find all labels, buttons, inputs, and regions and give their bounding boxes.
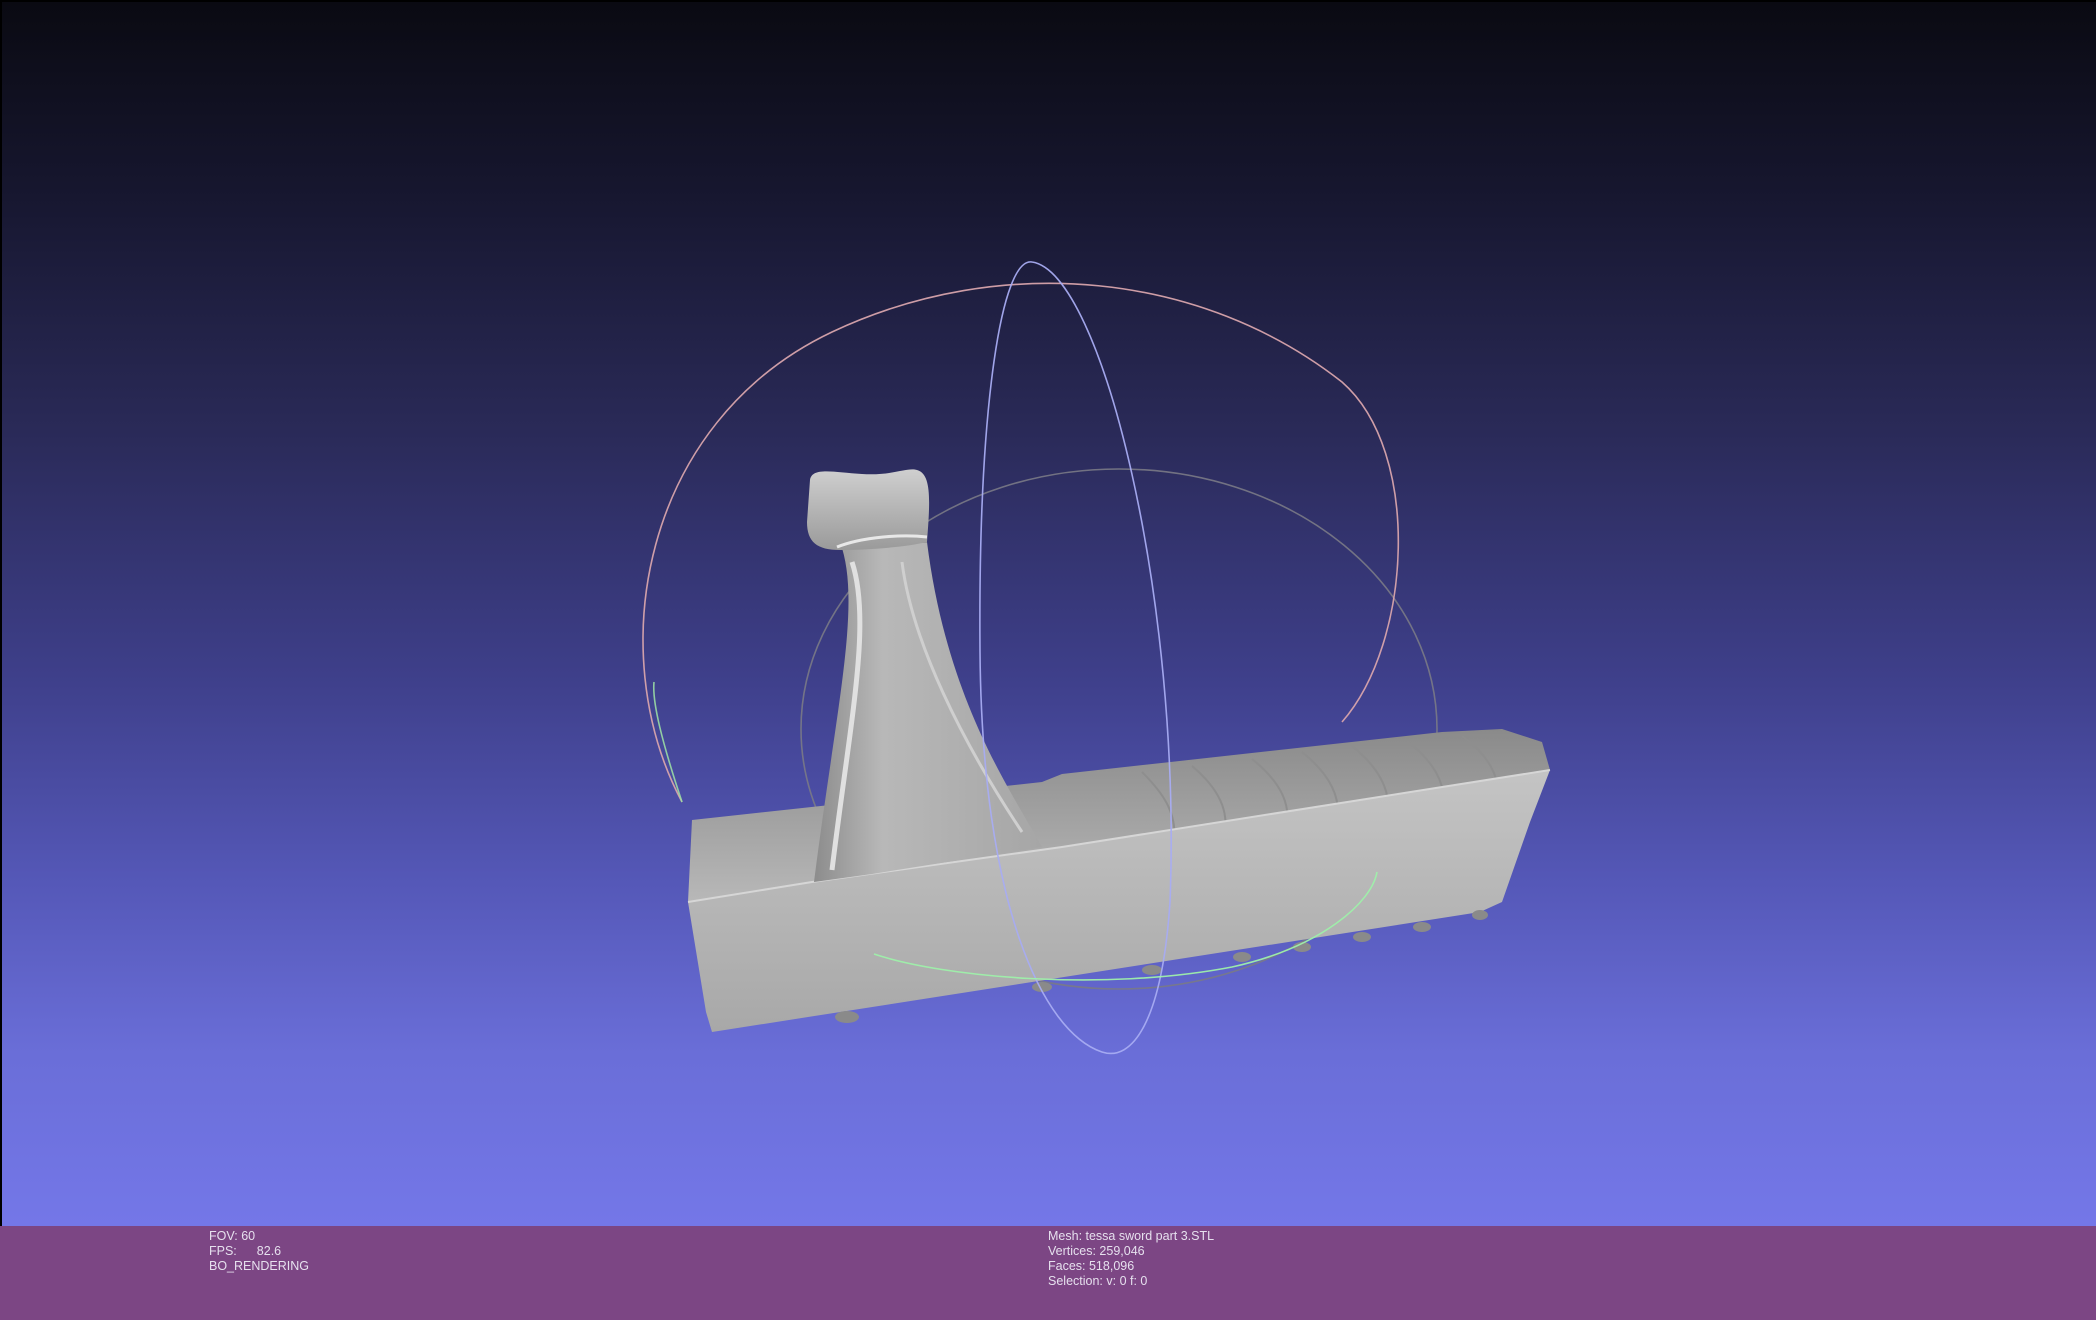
info-bar: FOV: 60 FPS: 82.6 BO_RENDERING Mesh: tess… xyxy=(0,1226,2096,1320)
render-mode: BO_RENDERING xyxy=(209,1259,310,1273)
face-count: Faces: 518,096 xyxy=(1048,1259,1135,1273)
fps-value: 82.6 xyxy=(256,1244,282,1258)
fps-label: FPS: xyxy=(209,1244,237,1258)
mesh-model[interactable] xyxy=(687,469,1551,1032)
3d-scene[interactable] xyxy=(2,2,2096,1228)
fov-label: FOV: xyxy=(209,1229,238,1243)
3d-viewport[interactable] xyxy=(0,0,2096,1226)
mesh-name: Mesh: tessa sword part 3.STL xyxy=(1048,1229,1215,1243)
fps-line: FPS: 82.6 xyxy=(209,1244,309,1259)
fov-value: 60 xyxy=(241,1229,256,1243)
vertex-count: Vertices: 259,046 xyxy=(1048,1244,1145,1258)
selection-info: Selection: v: 0 f: 0 xyxy=(1048,1274,1148,1288)
trackball-ring-x xyxy=(642,282,1400,803)
fov-line: FOV: 60 xyxy=(209,1229,309,1244)
mesh-info: Mesh: tessa sword part 3.STL Vertices: 2… xyxy=(1048,1229,1214,1289)
render-info: FOV: 60 FPS: 82.6 BO_RENDERING xyxy=(209,1229,309,1274)
